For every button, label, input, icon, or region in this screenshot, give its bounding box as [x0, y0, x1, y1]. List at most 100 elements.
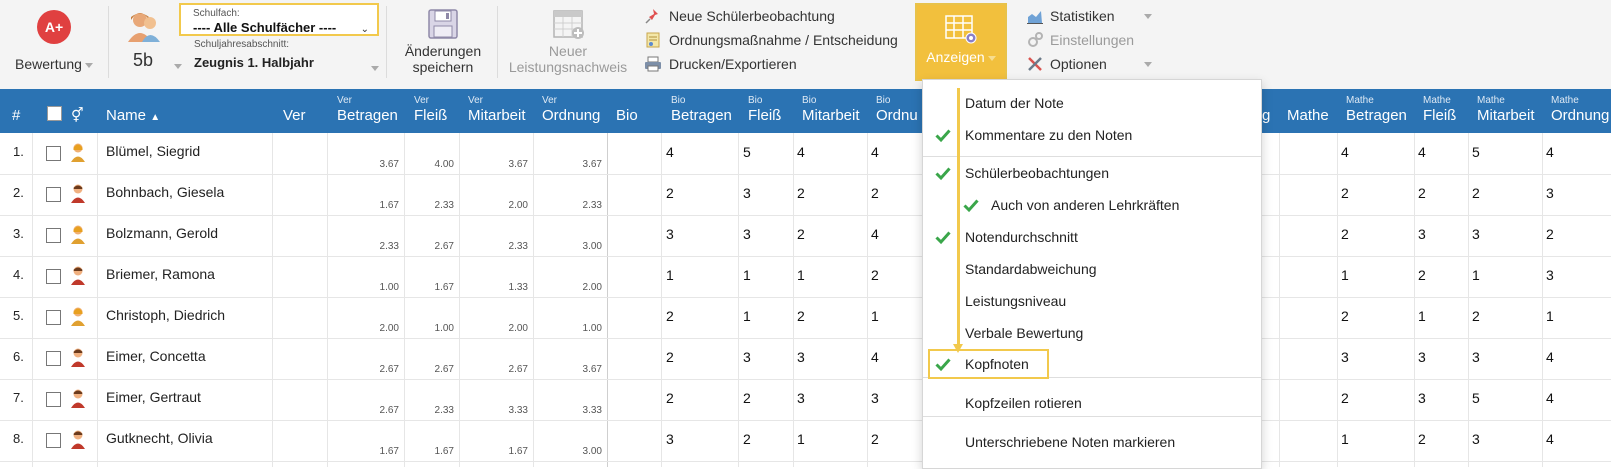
grade-value[interactable]: 4 [1341, 144, 1349, 160]
grade-value[interactable]: 1 [1472, 267, 1480, 283]
print-export-item[interactable]: Drucken/Exportieren [644, 52, 898, 76]
grade-value[interactable]: 3 [1418, 349, 1426, 365]
grade-value[interactable]: 1 [666, 267, 674, 283]
table-row[interactable]: 2. Bohnbach, Giesela 1.67 2.33 2.00 2.33 2 3 2 2 2… [0, 174, 1611, 216]
row-checkbox[interactable] [46, 187, 61, 202]
grade-value[interactable]: 4 [1546, 349, 1554, 365]
grade-value[interactable]: 4 [871, 226, 879, 242]
grade-value[interactable]: 2 [797, 308, 805, 324]
dropdown-item[interactable]: Unterschriebene Noten markieren [923, 427, 1261, 457]
grade-value[interactable]: 2 [1418, 431, 1426, 447]
table-row[interactable]: 4. Briemer, Ramona 1.00 1.67 1.33 2.00 1 1 1 2 1 2 1… [0, 256, 1611, 298]
grade-value[interactable]: 2 [666, 185, 674, 201]
table-row[interactable]: 1. Blümel, Siegrid 3.67 4.00 3.67 3.67 4 5 4 4 4 4 5… [0, 133, 1611, 175]
bewertung-button[interactable]: A+ Bewertung [14, 6, 94, 80]
grade-value[interactable]: 1 [1418, 308, 1426, 324]
select-all-checkbox[interactable] [47, 106, 62, 121]
dropdown-item[interactable]: Kommentare zu den Noten [923, 120, 1261, 150]
grade-value[interactable]: 2 [666, 308, 674, 324]
grade-value[interactable]: 2 [743, 431, 751, 447]
students-icon[interactable] [126, 8, 162, 44]
dropdown-item[interactable]: Leistungsniveau [923, 286, 1261, 316]
einstellungen-item[interactable]: Einstellungen [1026, 28, 1134, 52]
row-checkbox[interactable] [46, 351, 61, 366]
disciplinary-measure-item[interactable]: Ordnungsmaßnahme / Entscheidung [644, 28, 898, 52]
grade-value[interactable]: 2 [1418, 267, 1426, 283]
grade-value[interactable]: 1 [797, 267, 805, 283]
anzeigen-button[interactable]: Anzeigen [915, 3, 1007, 81]
grade-value[interactable]: 2 [1341, 390, 1349, 406]
table-row[interactable]: 3. Bolzmann, Gerold 2.33 2.67 2.33 3.00 3 3 2 4 2 3… [0, 215, 1611, 257]
grade-value[interactable]: 2 [1341, 185, 1349, 201]
grade-value[interactable]: 2 [1341, 308, 1349, 324]
grade-value[interactable]: 4 [797, 144, 805, 160]
grade-value[interactable]: 3 [743, 349, 751, 365]
grade-value[interactable]: 3 [743, 226, 751, 242]
grade-value[interactable]: 2 [1546, 226, 1554, 242]
dropdown-item[interactable]: Auch von anderen Lehrkräften [923, 190, 1261, 220]
student-name[interactable]: Bolzmann, Gerold [106, 225, 218, 241]
statistiken-item[interactable]: Statistiken [1026, 4, 1152, 28]
class-selector[interactable]: 5b [133, 50, 153, 71]
grade-value[interactable]: 1 [1546, 308, 1554, 324]
grade-value[interactable]: 3 [1472, 349, 1480, 365]
grade-value[interactable]: 3 [1341, 349, 1349, 365]
grade-value[interactable]: 3 [1546, 267, 1554, 283]
grade-value[interactable]: 4 [871, 144, 879, 160]
grade-value[interactable]: 2 [871, 431, 879, 447]
grade-value[interactable]: 3 [797, 390, 805, 406]
grade-value[interactable]: 2 [1472, 308, 1480, 324]
halbjahr-dropdown-toggle[interactable] [368, 60, 379, 78]
schulfach-select[interactable]: Schulfach: ---- Alle Schulfächer ---- ⌄ [179, 3, 379, 36]
optionen-item[interactable]: Optionen [1026, 52, 1152, 76]
grade-value[interactable]: 3 [666, 431, 674, 447]
grade-value[interactable]: 3 [743, 185, 751, 201]
dropdown-item[interactable]: Verbale Bewertung [923, 318, 1261, 348]
grade-value[interactable]: 3 [1546, 185, 1554, 201]
grade-value[interactable]: 1 [1341, 267, 1349, 283]
save-button[interactable]: Änderungen speichern [396, 8, 490, 75]
grade-value[interactable]: 2 [666, 349, 674, 365]
student-name[interactable]: Blümel, Siegrid [106, 143, 200, 159]
grade-value[interactable]: 3 [1418, 226, 1426, 242]
grade-value[interactable]: 1 [743, 308, 751, 324]
grade-value[interactable]: 3 [1472, 226, 1480, 242]
grade-value[interactable]: 3 [666, 226, 674, 242]
dropdown-item[interactable]: Standardabweichung [923, 254, 1261, 284]
dropdown-item[interactable]: Kopfnoten [923, 349, 1261, 379]
student-name[interactable]: Briemer, Ramona [106, 266, 215, 282]
table-row[interactable]: 7. Eimer, Gertraut 2.67 2.33 3.33 3.33 2 2 3 3 2 3 5… [0, 379, 1611, 421]
grade-value[interactable]: 2 [1341, 226, 1349, 242]
halbjahr-select[interactable]: Zeugnis 1. Halbjahr [194, 55, 314, 70]
grade-value[interactable]: 1 [871, 308, 879, 324]
row-checkbox[interactable] [46, 228, 61, 243]
grade-value[interactable]: 2 [797, 185, 805, 201]
student-name[interactable]: Christoph, Diedrich [106, 307, 225, 323]
class-dropdown-toggle[interactable] [171, 58, 182, 76]
grade-value[interactable]: 2 [871, 267, 879, 283]
grade-value[interactable]: 2 [797, 226, 805, 242]
grade-value[interactable]: 2 [1418, 185, 1426, 201]
grade-value[interactable]: 3 [1472, 431, 1480, 447]
table-row[interactable]: 8. Gutknecht, Olivia 1.67 1.67 1.67 3.00 3 2 1 2 1… [0, 420, 1611, 462]
grade-value[interactable]: 4 [1546, 431, 1554, 447]
grade-value[interactable]: 5 [1472, 144, 1480, 160]
row-checkbox[interactable] [46, 269, 61, 284]
row-checkbox[interactable] [46, 433, 61, 448]
dropdown-item[interactable]: Kopfzeilen rotieren [923, 388, 1261, 418]
grade-value[interactable]: 2 [1472, 185, 1480, 201]
grade-value[interactable]: 4 [871, 349, 879, 365]
grade-value[interactable]: 1 [797, 431, 805, 447]
grade-value[interactable]: 1 [1341, 431, 1349, 447]
new-assessment-button[interactable]: Neuer Leistungsnachweis [508, 8, 628, 75]
table-row[interactable]: 5. Christoph, Diedrich 2.00 1.00 2.00 1.00 2 1 2… [0, 297, 1611, 339]
new-observation-item[interactable]: Neue Schülerbeobachtung [644, 4, 898, 28]
grade-value[interactable]: 3 [797, 349, 805, 365]
student-name[interactable]: Gutknecht, Olivia [106, 430, 213, 446]
dropdown-item[interactable]: Notendurchschnitt [923, 222, 1261, 252]
grade-value[interactable]: 5 [1472, 390, 1480, 406]
grade-value[interactable]: 4 [1546, 144, 1554, 160]
grade-value[interactable]: 2 [666, 390, 674, 406]
row-checkbox[interactable] [46, 146, 61, 161]
grade-value[interactable]: 2 [871, 185, 879, 201]
